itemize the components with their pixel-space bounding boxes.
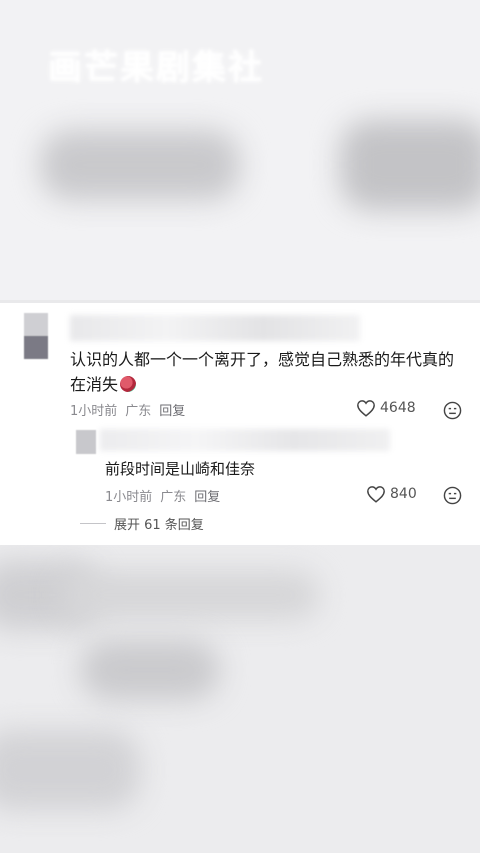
comment-time: 1小时前 [70,404,118,419]
like-button[interactable]: 4648 [356,399,416,417]
username-blurred [70,315,360,341]
blurred-region [340,120,480,210]
dislike-icon[interactable] [443,401,462,420]
heart-icon [357,400,375,417]
reply-time: 1小时前 [105,490,153,505]
comment-card: 认识的人都一个一个离开了，感觉自己熟悉的年代真的在消失 1小时前 广东 回复 464… [0,303,480,545]
reply-button[interactable]: 回复 [159,404,185,419]
blurred-region [60,570,320,620]
heart-icon [367,486,385,503]
expand-replies-label: 展开 61 条回复 [114,518,204,533]
blurred-region [80,640,220,700]
reply-location: 广东 [160,490,187,505]
blurred-region [40,130,240,200]
reply-text: 前段时间是山崎和佳奈 [105,460,256,478]
reply-reply-button[interactable]: 回复 [194,490,220,505]
blurred-region [0,730,140,810]
comment-location: 广东 [125,404,152,419]
dislike-icon[interactable] [443,486,462,505]
reply-username-blurred [100,429,390,451]
reply-avatar[interactable] [76,430,96,454]
reply-like-count: 840 [390,486,417,502]
reply-meta: 1小时前 广东 回复 [105,486,228,505]
reply-like-button[interactable]: 840 [366,485,417,503]
comment-meta: 1小时前 广东 回复 [70,400,193,419]
heart-emoji-icon [120,376,137,392]
watermark: 画芒果剧集社 [48,48,264,88]
like-count: 4648 [380,400,416,416]
avatar[interactable] [24,313,48,359]
comment-text: 认识的人都一个一个离开了，感觉自己熟悉的年代真的在消失 [70,350,455,394]
expand-replies-button[interactable]: 展开 61 条回复 [80,514,204,533]
divider [80,523,106,524]
